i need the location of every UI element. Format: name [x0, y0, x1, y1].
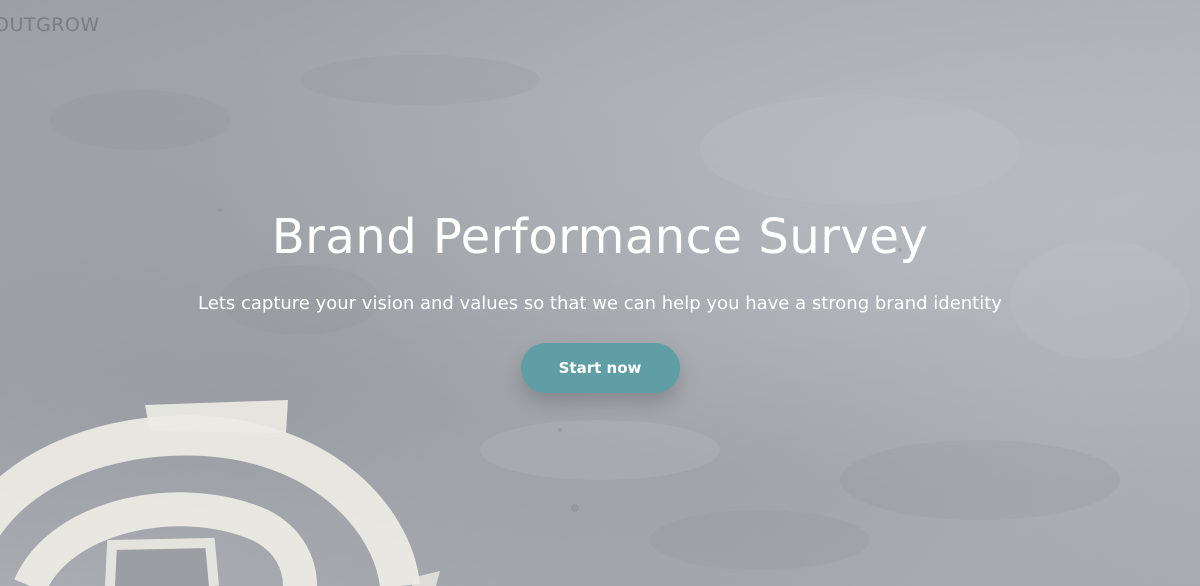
brand-logo: OUTGROW [0, 14, 100, 36]
page-title: Brand Performance Survey [271, 209, 929, 265]
hero-section: Brand Performance Survey Lets capture yo… [0, 205, 1200, 393]
page-subtitle: Lets capture your vision and values so t… [198, 293, 1002, 314]
survey-landing-page: OUTGROW Brand Performance Survey Lets ca… [0, 0, 1200, 586]
tape-at-sign-graphic [0, 400, 440, 586]
start-now-button[interactable]: Start now [520, 343, 680, 393]
